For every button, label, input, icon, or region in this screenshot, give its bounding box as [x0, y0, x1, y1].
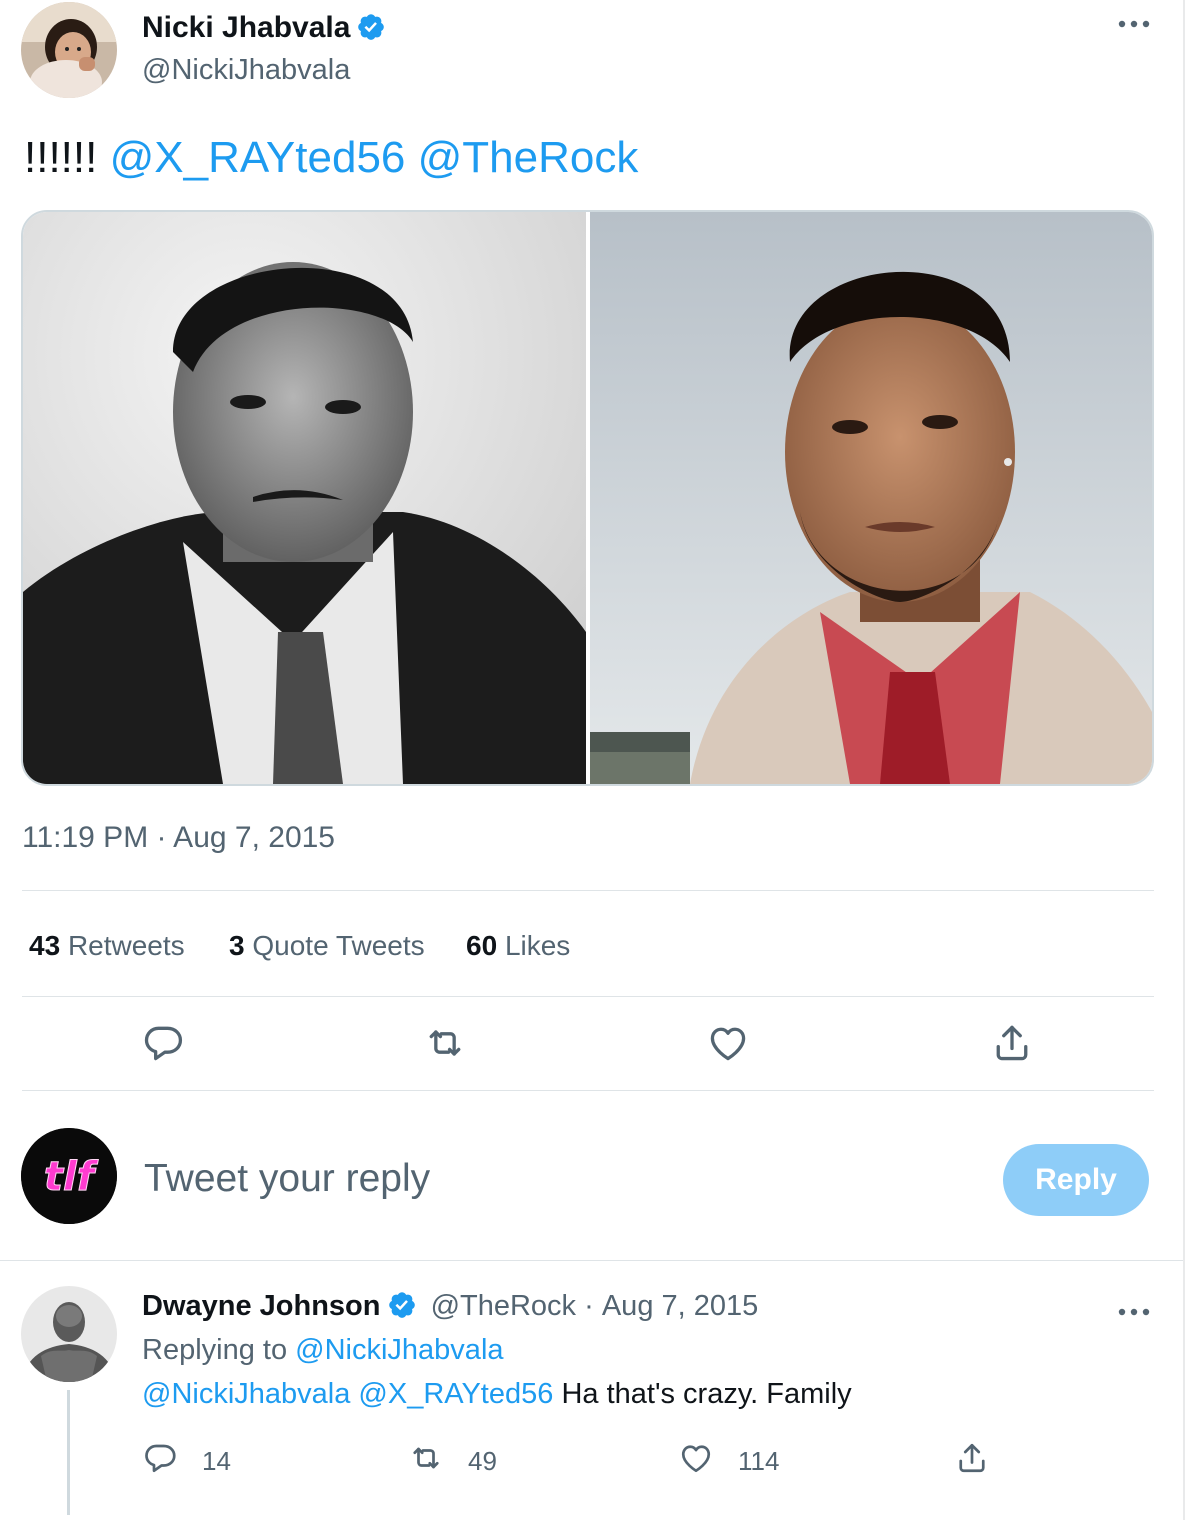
like-heart-icon[interactable] — [706, 1021, 750, 1065]
likes-count: 60 — [466, 930, 498, 961]
reply-comment-count: 14 — [202, 1446, 231, 1476]
photo-right[interactable] — [590, 212, 1152, 784]
reply-comment-icon[interactable] — [142, 1440, 178, 1476]
reply-button[interactable]: Reply — [1003, 1144, 1149, 1216]
verified-badge-icon — [387, 1290, 417, 1320]
quotes-count: 3 — [229, 930, 245, 961]
likes-label: Likes — [504, 930, 571, 961]
more-dots-icon[interactable] — [1116, 8, 1152, 42]
tlf-logo-text: tlf — [44, 1154, 99, 1200]
retweets-stat[interactable]: 43 Retweets — [29, 930, 185, 962]
author-handle[interactable]: @NickiJhabvala — [142, 54, 350, 87]
tweet-text: !!!!!! @X_RAYted56 @TheRock — [24, 133, 638, 183]
verified-badge-icon — [356, 12, 386, 42]
reply-author-handle[interactable]: @TheRock — [431, 1290, 576, 1322]
tweet-media[interactable] — [21, 210, 1154, 786]
mention-link[interactable]: @X_RAYted56 — [110, 133, 406, 182]
reply-author-name-text[interactable]: Dwayne Johnson — [142, 1290, 381, 1322]
likes-stat[interactable]: 60 Likes — [466, 930, 570, 962]
divider — [22, 996, 1154, 997]
share-icon[interactable] — [990, 1021, 1034, 1065]
retweets-label: Retweets — [67, 930, 185, 961]
author-name-text[interactable]: Nicki Jhabvala — [142, 11, 350, 44]
reply-separator: · — [584, 1290, 594, 1322]
tweet-timestamp[interactable]: 11:19 PM · Aug 7, 2015 — [22, 821, 335, 855]
author-name[interactable]: Nicki Jhabvala — [142, 11, 386, 45]
quote-tweets-stat[interactable]: 3 Quote Tweets — [229, 930, 425, 962]
reply-date[interactable]: Aug 7, 2015 — [602, 1290, 758, 1322]
reply-like-count: 114 — [738, 1446, 780, 1476]
mention-link[interactable]: @TheRock — [418, 133, 639, 182]
divider — [0, 1260, 1183, 1261]
retweets-count: 43 — [29, 930, 61, 961]
replying-to-line: Replying to @NickiJhabvala — [142, 1334, 504, 1367]
reply-retweet-count: 49 — [468, 1446, 497, 1476]
divider — [22, 1090, 1154, 1091]
reply-like-heart-icon[interactable] — [678, 1440, 714, 1476]
tweet-text-prefix: !!!!!! — [24, 133, 98, 182]
reply-author-name[interactable]: Dwayne Johnson @TheRock · Aug 7, 2015 — [142, 1290, 758, 1323]
replying-to-link[interactable]: @NickiJhabvala — [295, 1334, 503, 1366]
mention-link[interactable]: @X_RAYted56 — [358, 1378, 553, 1410]
user-avatar[interactable]: tlf — [21, 1128, 117, 1224]
reply-input[interactable]: Tweet your reply — [144, 1157, 430, 1201]
photo-left[interactable] — [23, 212, 586, 784]
window-edge — [1183, 0, 1185, 1520]
retweet-icon[interactable] — [423, 1021, 467, 1065]
reply-text-body: Ha that's crazy. Family — [561, 1378, 852, 1410]
thread-line — [67, 1390, 70, 1515]
quotes-label: Quote Tweets — [252, 930, 425, 961]
reply-author-avatar[interactable] — [21, 1286, 117, 1382]
replying-to-label: Replying to — [142, 1334, 288, 1366]
reply-share-icon[interactable] — [954, 1440, 990, 1476]
reply-text: @NickiJhabvala @X_RAYted56 Ha that's cra… — [142, 1378, 852, 1411]
reply-retweet-icon[interactable] — [408, 1440, 444, 1476]
reply-icon[interactable] — [141, 1021, 185, 1065]
author-avatar[interactable] — [21, 2, 117, 98]
mention-link[interactable]: @NickiJhabvala — [142, 1378, 350, 1410]
divider — [22, 890, 1154, 891]
reply-more-dots-icon[interactable] — [1116, 1296, 1152, 1330]
